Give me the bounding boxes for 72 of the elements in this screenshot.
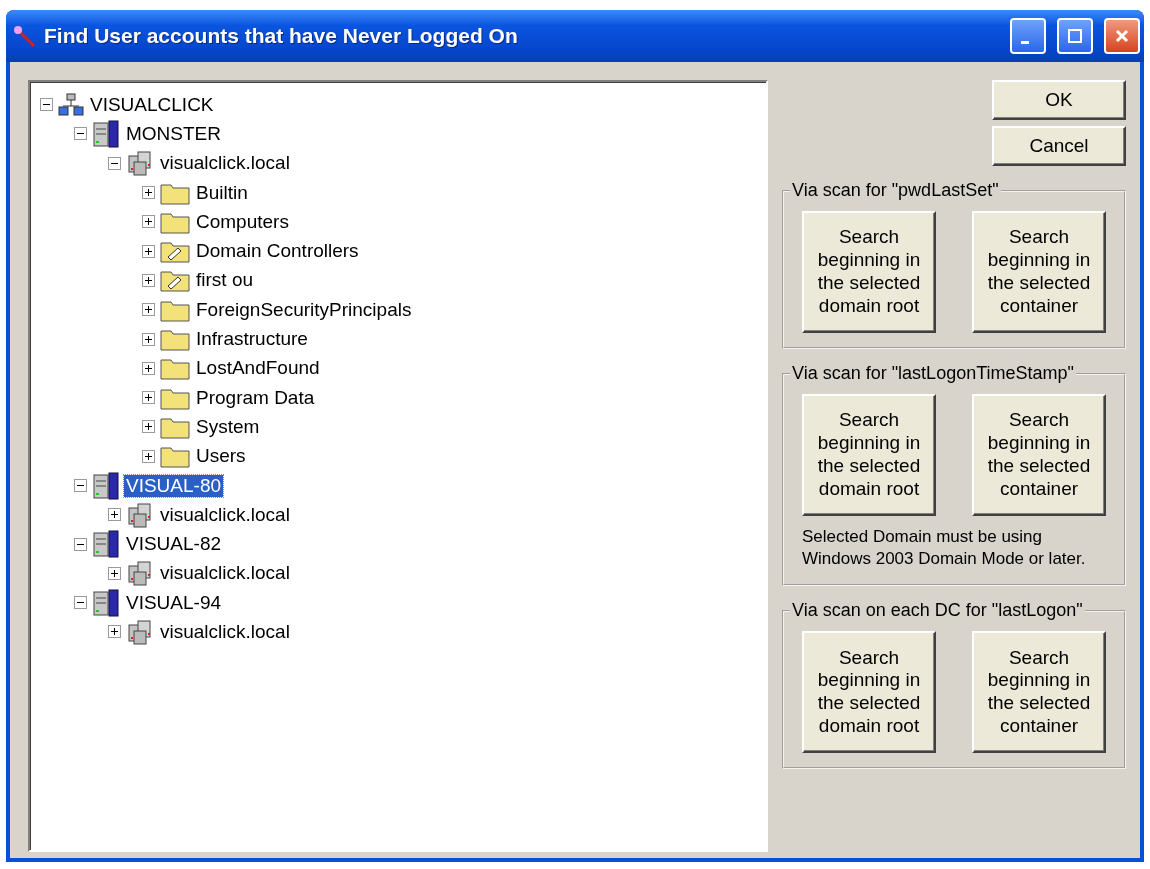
- collapse-toggle[interactable]: [108, 156, 121, 170]
- minimize-icon: [1021, 40, 1029, 44]
- ok-button[interactable]: OK: [992, 80, 1126, 120]
- expand-toggle[interactable]: [142, 361, 155, 375]
- wand-icon: [12, 24, 36, 48]
- tree-item[interactable]: visualclick.local: [158, 503, 292, 526]
- server-icon: [92, 588, 120, 617]
- tree-item[interactable]: Program Data: [194, 386, 317, 409]
- expand-toggle[interactable]: [108, 566, 121, 580]
- expand-toggle[interactable]: [142, 186, 155, 200]
- expand-toggle[interactable]: [142, 273, 155, 287]
- search-button[interactable]: Search beginning in the selected container: [972, 631, 1106, 754]
- note-text: Selected Domain must be using Windows 2003 Domain Mode or later.: [802, 526, 1087, 571]
- cancel-button[interactable]: Cancel: [992, 126, 1126, 166]
- maximize-button[interactable]: [1057, 18, 1093, 54]
- tree-item[interactable]: Users: [194, 445, 248, 468]
- tree-item[interactable]: Computers: [194, 210, 291, 233]
- folder-icon: [160, 239, 190, 264]
- database-icon: [126, 560, 154, 587]
- expand-toggle[interactable]: [142, 332, 155, 346]
- expand-toggle[interactable]: [142, 303, 155, 317]
- close-button[interactable]: [1104, 18, 1140, 54]
- expand-toggle[interactable]: [142, 215, 155, 229]
- collapse-toggle[interactable]: [74, 127, 87, 141]
- group-title: Via scan for "pwdLastSet": [791, 180, 1000, 201]
- tree-item[interactable]: ForeignSecurityPrincipals: [194, 298, 414, 321]
- expand-toggle[interactable]: [108, 508, 121, 522]
- tree-item[interactable]: visualclick.local: [158, 152, 292, 175]
- server-icon: [92, 471, 120, 500]
- expand-toggle[interactable]: [142, 420, 155, 434]
- search-button[interactable]: Search beginning in the selected domain root: [802, 394, 936, 516]
- server-icon: [92, 119, 120, 148]
- tree-item[interactable]: VISUAL-82: [124, 533, 224, 556]
- collapse-toggle[interactable]: [40, 98, 53, 112]
- tree-item[interactable]: Infrastructure: [194, 328, 310, 350]
- expand-toggle[interactable]: [108, 625, 121, 639]
- tree-item[interactable]: LostAndFound: [194, 357, 322, 380]
- group-title: Via scan on each DC for "lastLogon": [791, 600, 1084, 622]
- tree-item[interactable]: visualclick.local: [158, 621, 292, 643]
- folder-icon: [160, 444, 190, 469]
- tree-item[interactable]: first ou: [194, 269, 256, 292]
- collapse-toggle[interactable]: [74, 596, 87, 610]
- tree-item[interactable]: VISUAL-94: [124, 591, 224, 614]
- tree-item[interactable]: VISUAL-80: [124, 474, 224, 497]
- tree-item[interactable]: VISUALCLICK: [88, 93, 216, 116]
- tree-item[interactable]: MONSTER: [124, 122, 223, 145]
- tree-item[interactable]: visualclick.local: [158, 562, 292, 585]
- database-icon: [126, 619, 154, 645]
- database-icon: [126, 501, 154, 528]
- expand-toggle[interactable]: [142, 244, 155, 258]
- search-button[interactable]: Search beginning in the selected container: [972, 211, 1106, 333]
- network-icon: [58, 92, 84, 117]
- search-button[interactable]: Search beginning in the selected domain root: [802, 631, 936, 754]
- collapse-toggle[interactable]: [74, 537, 87, 551]
- group-title: Via scan for "lastLogonTimeStamp": [791, 363, 1075, 384]
- server-icon: [92, 530, 120, 559]
- expand-toggle[interactable]: [142, 449, 155, 463]
- tree-item[interactable]: System: [194, 415, 262, 438]
- close-icon: [1114, 28, 1130, 44]
- expand-toggle[interactable]: [142, 391, 155, 405]
- folder-icon: [160, 327, 190, 351]
- minimize-button[interactable]: [1010, 18, 1046, 54]
- search-button[interactable]: Search beginning in the selected container: [972, 394, 1106, 516]
- tree-item[interactable]: Builtin: [194, 181, 250, 204]
- search-button[interactable]: Search beginning in the selected domain root: [802, 211, 936, 333]
- folder-icon: [160, 356, 190, 381]
- maximize-icon: [1067, 28, 1083, 44]
- database-icon: [126, 150, 154, 177]
- folder-icon: [160, 268, 190, 293]
- tree-item[interactable]: Domain Controllers: [194, 240, 361, 263]
- window-title: Find User accounts that have Never Logged On: [44, 24, 519, 48]
- collapse-toggle[interactable]: [74, 479, 87, 492]
